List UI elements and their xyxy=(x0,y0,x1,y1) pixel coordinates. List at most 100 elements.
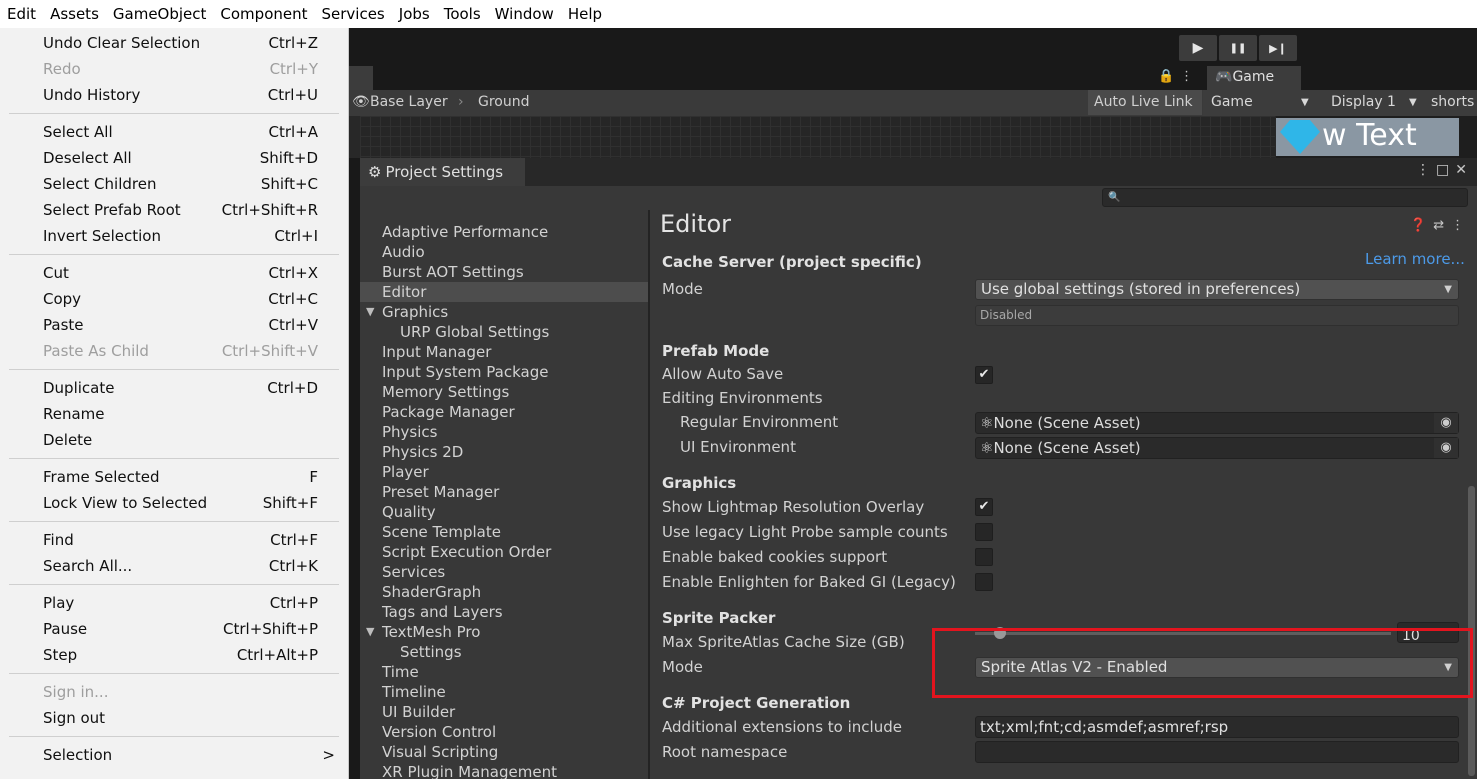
menu-item[interactable]: Invert Selection Ctrl+I xyxy=(0,223,349,249)
sidebar-item[interactable]: ▼ TextMesh Pro xyxy=(360,622,648,642)
sidebar-item[interactable]: Timeline xyxy=(360,682,648,702)
menu-window[interactable]: Window xyxy=(488,0,561,28)
tab-game[interactable]: 🎮Game xyxy=(1207,66,1301,91)
help-icon[interactable]: ❓ xyxy=(1410,218,1433,233)
menu-item[interactable]: Deselect All Shift+D xyxy=(0,145,349,171)
menu-services[interactable]: Services xyxy=(315,0,392,28)
menu-item[interactable]: Search All... Ctrl+K xyxy=(0,553,349,579)
more-icon[interactable]: ⋮ xyxy=(1416,162,1436,178)
sidebar-item[interactable]: Burst AOT Settings xyxy=(360,262,648,282)
menu-item[interactable]: Undo Clear Selection Ctrl+Z xyxy=(0,30,349,56)
expand-arrow-icon[interactable]: ▼ xyxy=(366,302,374,322)
root-namespace-input[interactable] xyxy=(975,741,1459,763)
menu-item[interactable]: Frame Selected F xyxy=(0,464,349,490)
search-input[interactable]: 🔍 xyxy=(1102,188,1468,207)
auto-live-link-button[interactable]: Auto Live Link xyxy=(1088,90,1202,115)
sidebar-item[interactable]: Services xyxy=(360,562,648,582)
menu-separator xyxy=(9,736,339,737)
menu-item[interactable]: Sign out xyxy=(0,705,349,731)
allow-auto-save-checkbox[interactable]: ✔ xyxy=(975,366,993,384)
sidebar-item[interactable]: Input System Package xyxy=(360,362,648,382)
sidebar-item[interactable]: Visual Scripting xyxy=(360,742,648,762)
sidebar-item[interactable]: Script Execution Order xyxy=(360,542,648,562)
menu-item[interactable]: Select Prefab Root Ctrl+Shift+R xyxy=(0,197,349,223)
regular-environment-field[interactable]: ⚛None (Scene Asset) ◉ xyxy=(975,412,1459,434)
menu-item[interactable]: Undo History Ctrl+U xyxy=(0,82,349,108)
sidebar-item[interactable]: ShaderGraph xyxy=(360,582,648,602)
menu-item[interactable]: Lock View to Selected Shift+F xyxy=(0,490,349,516)
sidebar-item[interactable]: URP Global Settings xyxy=(360,322,648,342)
close-icon[interactable]: ✕ xyxy=(1455,162,1473,178)
display-select[interactable]: Display 1 xyxy=(1331,94,1396,110)
menu-component[interactable]: Component xyxy=(213,0,314,28)
maximize-icon[interactable]: □ xyxy=(1436,162,1455,178)
menu-item[interactable]: Paste Ctrl+V xyxy=(0,312,349,338)
object-picker-icon[interactable]: ◉ xyxy=(1434,413,1458,433)
object-picker-icon[interactable]: ◉ xyxy=(1434,438,1458,458)
enlighten-checkbox[interactable] xyxy=(975,573,993,591)
menu-jobs[interactable]: Jobs xyxy=(392,0,437,28)
breadcrumb-ground[interactable]: Ground xyxy=(478,94,530,110)
step-button[interactable]: ▶❙ xyxy=(1259,35,1297,61)
menu-assets[interactable]: Assets xyxy=(43,0,106,28)
sidebar-item[interactable]: ▼ Graphics xyxy=(360,302,648,322)
play-button[interactable]: ▶ xyxy=(1179,35,1217,61)
menu-item[interactable]: Step Ctrl+Alt+P xyxy=(0,642,349,668)
sidebar-item[interactable]: Package Manager xyxy=(360,402,648,422)
cache-mode-dropdown[interactable]: Use global settings (stored in preferenc… xyxy=(975,279,1459,300)
menu-item-shortcut: Ctrl+X xyxy=(268,264,318,282)
menu-tools[interactable]: Tools xyxy=(437,0,488,28)
ui-environment-field[interactable]: ⚛None (Scene Asset) ◉ xyxy=(975,437,1459,459)
sidebar-item[interactable]: Settings xyxy=(360,642,648,662)
sidebar-item[interactable]: Version Control xyxy=(360,722,648,742)
menu-item-shortcut: Ctrl+I xyxy=(274,227,318,245)
menu-item[interactable]: Pause Ctrl+Shift+P xyxy=(0,616,349,642)
ui-environment-value: None (Scene Asset) xyxy=(993,439,1141,457)
menu-help[interactable]: Help xyxy=(561,0,609,28)
baked-cookies-checkbox[interactable] xyxy=(975,548,993,566)
menu-item-label: Deselect All xyxy=(43,149,132,167)
menu-item[interactable]: Select All Ctrl+A xyxy=(0,119,349,145)
pause-button[interactable]: ❚❚ xyxy=(1219,35,1257,61)
sidebar-item[interactable]: Physics xyxy=(360,422,648,442)
eye-icon[interactable]: 👁 xyxy=(352,94,370,110)
menu-edit[interactable]: Edit xyxy=(0,0,43,28)
menu-item[interactable]: Rename xyxy=(0,401,349,427)
learn-more-link[interactable]: Learn more... xyxy=(1365,250,1465,268)
sidebar-item[interactable]: UI Builder xyxy=(360,702,648,722)
sidebar-item[interactable]: Preset Manager xyxy=(360,482,648,502)
expand-arrow-icon[interactable]: ▼ xyxy=(366,622,374,642)
menu-item[interactable]: Select Children Shift+C xyxy=(0,171,349,197)
sidebar-item[interactable]: Input Manager xyxy=(360,342,648,362)
lock-icon[interactable]: 🔒⋮ xyxy=(1158,69,1199,84)
menu-item[interactable]: Delete xyxy=(0,427,349,453)
sidebar-item[interactable]: Time xyxy=(360,662,648,682)
tab-project-settings[interactable]: ⚙ Project Settings xyxy=(360,158,525,186)
legacy-probe-checkbox[interactable] xyxy=(975,523,993,541)
sidebar-item[interactable]: Player xyxy=(360,462,648,482)
sidebar-item[interactable]: Physics 2D xyxy=(360,442,648,462)
sidebar-item[interactable]: Audio xyxy=(360,242,648,262)
sidebar-item-label: Input System Package xyxy=(382,363,549,381)
playmode-controls: ▶ ❚❚ ▶❙ xyxy=(1179,35,1297,61)
extensions-input[interactable]: txt;xml;fnt;cd;asmdef;asmref;rsp xyxy=(975,716,1459,738)
lightmap-overlay-checkbox[interactable]: ✔ xyxy=(975,498,993,516)
menu-gameobject[interactable]: GameObject xyxy=(106,0,214,28)
sidebar-item[interactable]: Editor xyxy=(360,282,648,302)
sidebar-item[interactable]: Memory Settings xyxy=(360,382,648,402)
animator-grid[interactable] xyxy=(360,116,1275,158)
menu-item[interactable]: Cut Ctrl+X xyxy=(0,260,349,286)
menu-item[interactable]: Duplicate Ctrl+D xyxy=(0,375,349,401)
menu-item[interactable]: Copy Ctrl+C xyxy=(0,286,349,312)
menu-item[interactable]: Selection > xyxy=(0,742,349,768)
sidebar-item[interactable]: Tags and Layers xyxy=(360,602,648,622)
sidebar-item[interactable]: Quality xyxy=(360,502,648,522)
breadcrumb-base-layer[interactable]: Base Layer xyxy=(370,94,448,110)
sidebar-item[interactable]: XR Plugin Management xyxy=(360,762,648,779)
sidebar-item[interactable]: Scene Template xyxy=(360,522,648,542)
preset-icon[interactable]: ⇄ xyxy=(1433,218,1451,233)
sidebar-item[interactable]: Adaptive Performance xyxy=(360,222,648,242)
menu-item[interactable]: Play Ctrl+P xyxy=(0,590,349,616)
menu-item[interactable]: Find Ctrl+F xyxy=(0,527,349,553)
game-mode-select[interactable]: Game xyxy=(1211,94,1253,110)
